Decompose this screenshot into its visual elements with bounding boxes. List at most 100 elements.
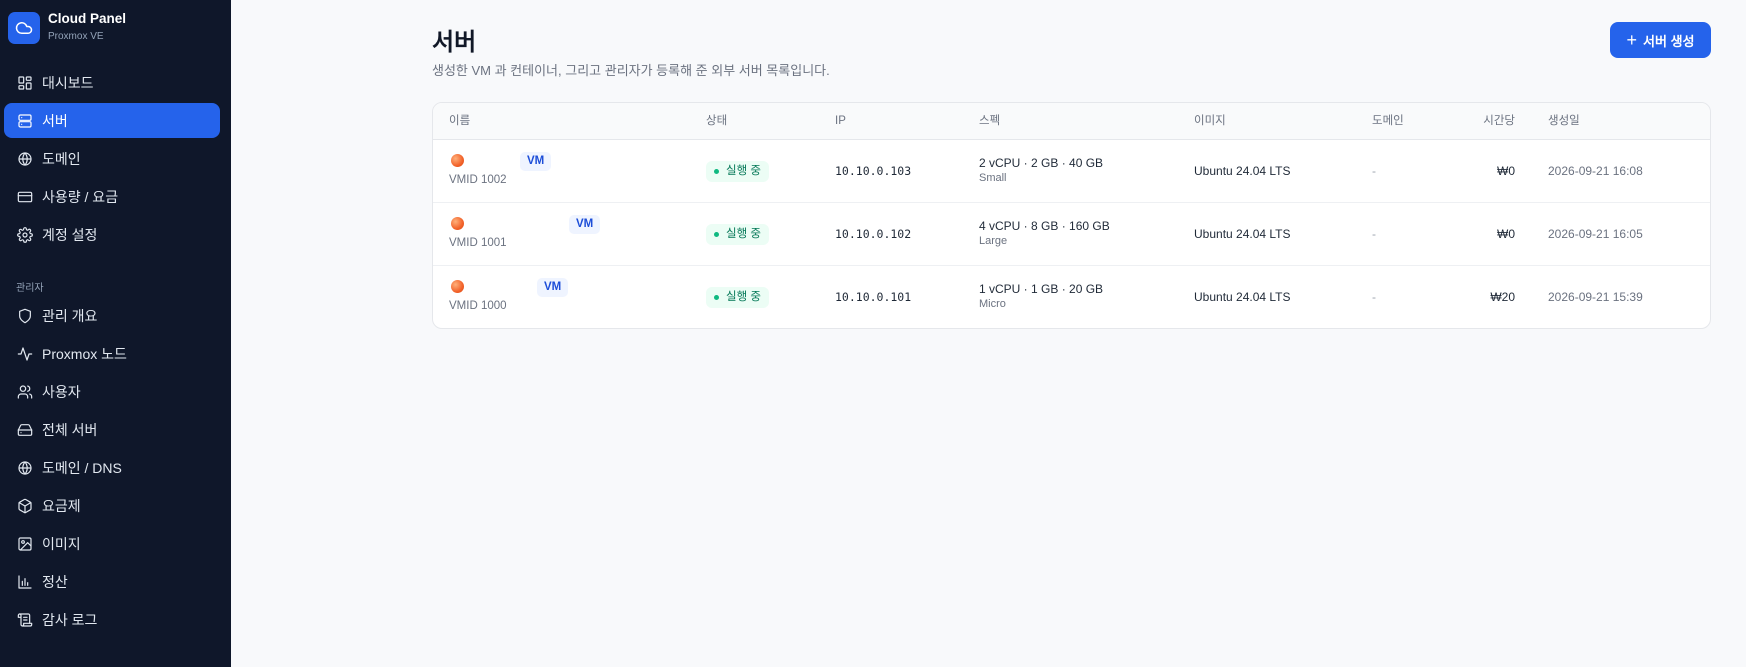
plus-icon: + bbox=[1626, 30, 1638, 50]
sidebar-item-domains-dns[interactable]: 도메인 / DNS bbox=[4, 450, 220, 485]
sidebar-item-label: 대시보드 bbox=[42, 74, 94, 91]
status-badge: 실행 중 bbox=[706, 287, 769, 308]
package-icon bbox=[16, 497, 34, 515]
sidebar-item-label: 사용자 bbox=[42, 383, 81, 400]
sidebar: Cloud Panel Proxmox VE 대시보드 서버 도메인 사용량 /… bbox=[0, 0, 231, 667]
ip-address: 10.10.0.101 bbox=[835, 290, 912, 304]
brand[interactable]: Cloud Panel Proxmox VE bbox=[8, 11, 126, 44]
created-at: 2026-09-21 15:39 bbox=[1548, 290, 1643, 304]
type-badge: VM bbox=[537, 278, 569, 297]
cloud-icon bbox=[8, 11, 40, 44]
status-dot-icon bbox=[714, 232, 719, 237]
column-header-spec[interactable]: 스펙 bbox=[979, 103, 1000, 140]
sidebar-item-label: 계정 설정 bbox=[42, 226, 98, 243]
bar-chart-icon bbox=[16, 573, 34, 591]
image-icon bbox=[16, 535, 34, 553]
sidebar-item-images[interactable]: 이미지 bbox=[4, 526, 220, 561]
vmid: VMID 1001 bbox=[449, 237, 507, 249]
sidebar-item-users[interactable]: 사용자 bbox=[4, 374, 220, 409]
spec: 4 vCPU · 8 GB · 160 GB bbox=[979, 219, 1110, 233]
os-logo-icon bbox=[451, 280, 464, 293]
type-badge: VM bbox=[569, 215, 601, 234]
sidebar-item-label: 도메인 / DNS bbox=[42, 459, 122, 476]
server-table: 이름 상태 IP 스펙 이미지 도메인 시간당 생성일 VM VMID 1002… bbox=[432, 102, 1711, 329]
sidebar-item-label: 관리 개요 bbox=[42, 307, 98, 324]
server-name[interactable] bbox=[471, 153, 515, 167]
sidebar-item-label: 감사 로그 bbox=[42, 611, 98, 628]
os-logo-icon bbox=[451, 217, 464, 230]
column-header-ip[interactable]: IP bbox=[835, 103, 846, 140]
hourly-price: ₩20 bbox=[1490, 290, 1515, 304]
sidebar-item-servers[interactable]: 서버 bbox=[4, 103, 220, 138]
sidebar-item-usage-billing[interactable]: 사용량 / 요금 bbox=[4, 179, 220, 214]
table-header: 이름 상태 IP 스펙 이미지 도메인 시간당 생성일 bbox=[433, 103, 1710, 140]
hourly-price: ₩0 bbox=[1497, 227, 1515, 241]
image-name: Ubuntu 24.04 LTS bbox=[1194, 227, 1291, 241]
activity-icon bbox=[16, 345, 34, 363]
status-dot-icon bbox=[714, 295, 719, 300]
sidebar-item-label: 사용량 / 요금 bbox=[42, 188, 119, 205]
users-icon bbox=[16, 383, 34, 401]
sidebar-item-settlement[interactable]: 정산 bbox=[4, 564, 220, 599]
dashboard-icon bbox=[16, 74, 34, 92]
gear-icon bbox=[16, 226, 34, 244]
ip-address: 10.10.0.102 bbox=[835, 227, 912, 241]
created-at: 2026-09-21 16:05 bbox=[1548, 227, 1643, 241]
sidebar-item-all-servers[interactable]: 전체 서버 bbox=[4, 412, 220, 447]
sidebar-item-label: 서버 bbox=[42, 112, 68, 129]
globe-icon bbox=[16, 459, 34, 477]
server-name[interactable] bbox=[471, 279, 533, 293]
image-name: Ubuntu 24.04 LTS bbox=[1194, 164, 1291, 178]
page-subtitle: 생성한 VM 과 컨테이너, 그리고 관리자가 등록해 준 외부 서버 목록입니… bbox=[432, 63, 830, 78]
globe-icon bbox=[16, 150, 34, 168]
create-server-button[interactable]: + 서버 생성 bbox=[1610, 22, 1711, 58]
domain: - bbox=[1372, 227, 1376, 241]
sidebar-item-admin-overview[interactable]: 관리 개요 bbox=[4, 298, 220, 333]
table-row[interactable]: VM VMID 1002 실행 중 10.10.0.103 2 vCPU · 2… bbox=[433, 140, 1710, 203]
sidebar-item-account-settings[interactable]: 계정 설정 bbox=[4, 217, 220, 252]
hourly-price: ₩0 bbox=[1497, 164, 1515, 178]
table-row[interactable]: VM VMID 1000 실행 중 10.10.0.101 1 vCPU · 1… bbox=[433, 266, 1710, 328]
hard-drive-icon bbox=[16, 421, 34, 439]
brand-title: Cloud Panel bbox=[48, 11, 127, 26]
sidebar-item-label: 정산 bbox=[42, 573, 68, 590]
sidebar-item-audit-log[interactable]: 감사 로그 bbox=[4, 602, 220, 637]
column-header-domain[interactable]: 도메인 bbox=[1372, 103, 1404, 140]
domain: - bbox=[1372, 290, 1376, 304]
table-row[interactable]: VM VMID 1001 실행 중 10.10.0.102 4 vCPU · 8… bbox=[433, 203, 1710, 266]
status-badge: 실행 중 bbox=[706, 161, 769, 182]
server-name[interactable] bbox=[471, 216, 559, 230]
sidebar-item-label: 이미지 bbox=[42, 535, 81, 552]
column-header-image[interactable]: 이미지 bbox=[1194, 103, 1226, 140]
plan-name: Micro bbox=[979, 298, 1006, 310]
column-header-created[interactable]: 생성일 bbox=[1548, 103, 1580, 140]
sidebar-item-label: 도메인 bbox=[42, 150, 81, 167]
column-header-status[interactable]: 상태 bbox=[706, 103, 727, 140]
created-at: 2026-09-21 16:08 bbox=[1548, 164, 1643, 178]
scroll-icon bbox=[16, 611, 34, 629]
sidebar-item-label: 전체 서버 bbox=[42, 421, 98, 438]
type-badge: VM bbox=[520, 152, 552, 171]
domain: - bbox=[1372, 164, 1376, 178]
sidebar-item-label: 요금제 bbox=[42, 497, 81, 514]
column-header-name[interactable]: 이름 bbox=[449, 103, 470, 140]
status-dot-icon bbox=[714, 169, 719, 174]
plan-name: Large bbox=[979, 235, 1008, 247]
sidebar-item-plans[interactable]: 요금제 bbox=[4, 488, 220, 523]
column-header-hourly[interactable]: 시간당 bbox=[1483, 103, 1515, 140]
sidebar-item-proxmox-nodes[interactable]: Proxmox 노드 bbox=[4, 336, 220, 371]
sidebar-item-dashboard[interactable]: 대시보드 bbox=[4, 65, 220, 100]
sidebar-item-label: Proxmox 노드 bbox=[42, 345, 127, 362]
vmid: VMID 1000 bbox=[449, 300, 507, 312]
page-title: 서버 bbox=[432, 29, 477, 56]
status-label: 실행 중 bbox=[726, 291, 761, 303]
server-icon bbox=[16, 112, 34, 130]
plan-name: Small bbox=[979, 172, 1007, 184]
status-label: 실행 중 bbox=[726, 165, 761, 177]
os-logo-icon bbox=[451, 154, 464, 167]
brand-subtitle: Proxmox VE bbox=[48, 31, 104, 42]
spec: 2 vCPU · 2 GB · 40 GB bbox=[979, 156, 1104, 170]
shield-icon bbox=[16, 307, 34, 325]
status-badge: 실행 중 bbox=[706, 224, 769, 245]
sidebar-item-domains[interactable]: 도메인 bbox=[4, 141, 220, 176]
